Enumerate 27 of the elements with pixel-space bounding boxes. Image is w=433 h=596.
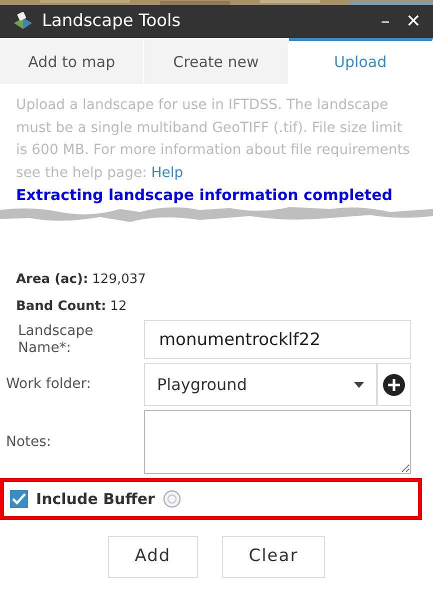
close-button[interactable]: ✕	[402, 12, 425, 30]
folder-select[interactable]: Playground	[144, 363, 377, 406]
tab[interactable]: Create new	[144, 38, 289, 84]
name-field[interactable]: monumentrocklf22	[144, 320, 411, 359]
field-label: Work folder:	[6, 376, 92, 393]
checkbox[interactable]	[10, 490, 28, 508]
info-label: Band Count:	[16, 298, 106, 316]
caret-icon	[354, 382, 364, 388]
tab[interactable]: Add to map	[0, 38, 144, 84]
action-button[interactable]: Add	[108, 536, 198, 578]
status-message: Extracting landscape information completed	[15, 186, 394, 204]
add-folder-button[interactable]	[377, 363, 411, 406]
action-button[interactable]: Clear	[222, 536, 326, 578]
checkbox-label: Include Buffer	[36, 488, 155, 510]
info-label: Area (ac):	[16, 271, 88, 289]
plus-icon	[383, 374, 405, 396]
help-link[interactable]: Help	[151, 164, 184, 180]
info-value: 12	[110, 298, 127, 316]
info-value: 129,037	[92, 271, 146, 289]
field-label: Landscape Name*:	[17, 322, 94, 356]
notes-field[interactable]	[144, 410, 411, 474]
help-icon[interactable]	[162, 490, 181, 508]
map-icon	[12, 12, 34, 32]
window-title: Landscape Tools	[42, 10, 182, 33]
description-text: Upload a landscape for use in IFTDSS. The landscape must be a single multiband GeoTIFF (.tif). File size limit is 600 MB. For more information about file requirements see the help page: Help	[15, 96, 411, 182]
minimize-button[interactable]: –	[376, 12, 394, 30]
field-label: Notes:	[6, 434, 52, 450]
